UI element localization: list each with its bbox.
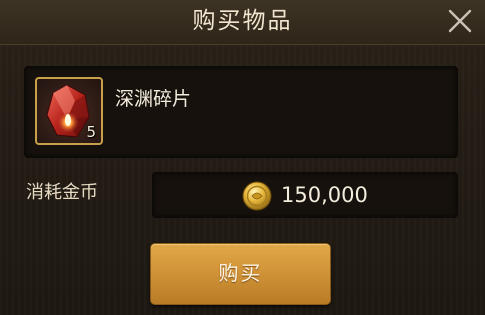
cost-label: 消耗金币 [26, 182, 98, 203]
close-icon [448, 9, 472, 33]
item-panel: 5 深渊碎片 [24, 66, 458, 158]
dialog-title: 购买物品 [192, 8, 293, 34]
cost-panel: 150,000 [152, 172, 458, 218]
gold-coin-icon [242, 181, 272, 211]
dialog-header: 购买物品 [0, 0, 485, 45]
cost-value: 150,000 [281, 183, 368, 207]
item-name: 深渊碎片 [115, 88, 192, 110]
purchase-dialog: 购买物品 5 深渊碎片 消耗金币 150,000 购买 [0, 0, 485, 315]
buy-button-label: 购买 [218, 261, 263, 285]
close-button[interactable] [443, 4, 477, 38]
item-count: 5 [86, 123, 96, 141]
item-slot[interactable]: 5 [35, 77, 103, 145]
buy-button[interactable]: 购买 [150, 243, 331, 305]
